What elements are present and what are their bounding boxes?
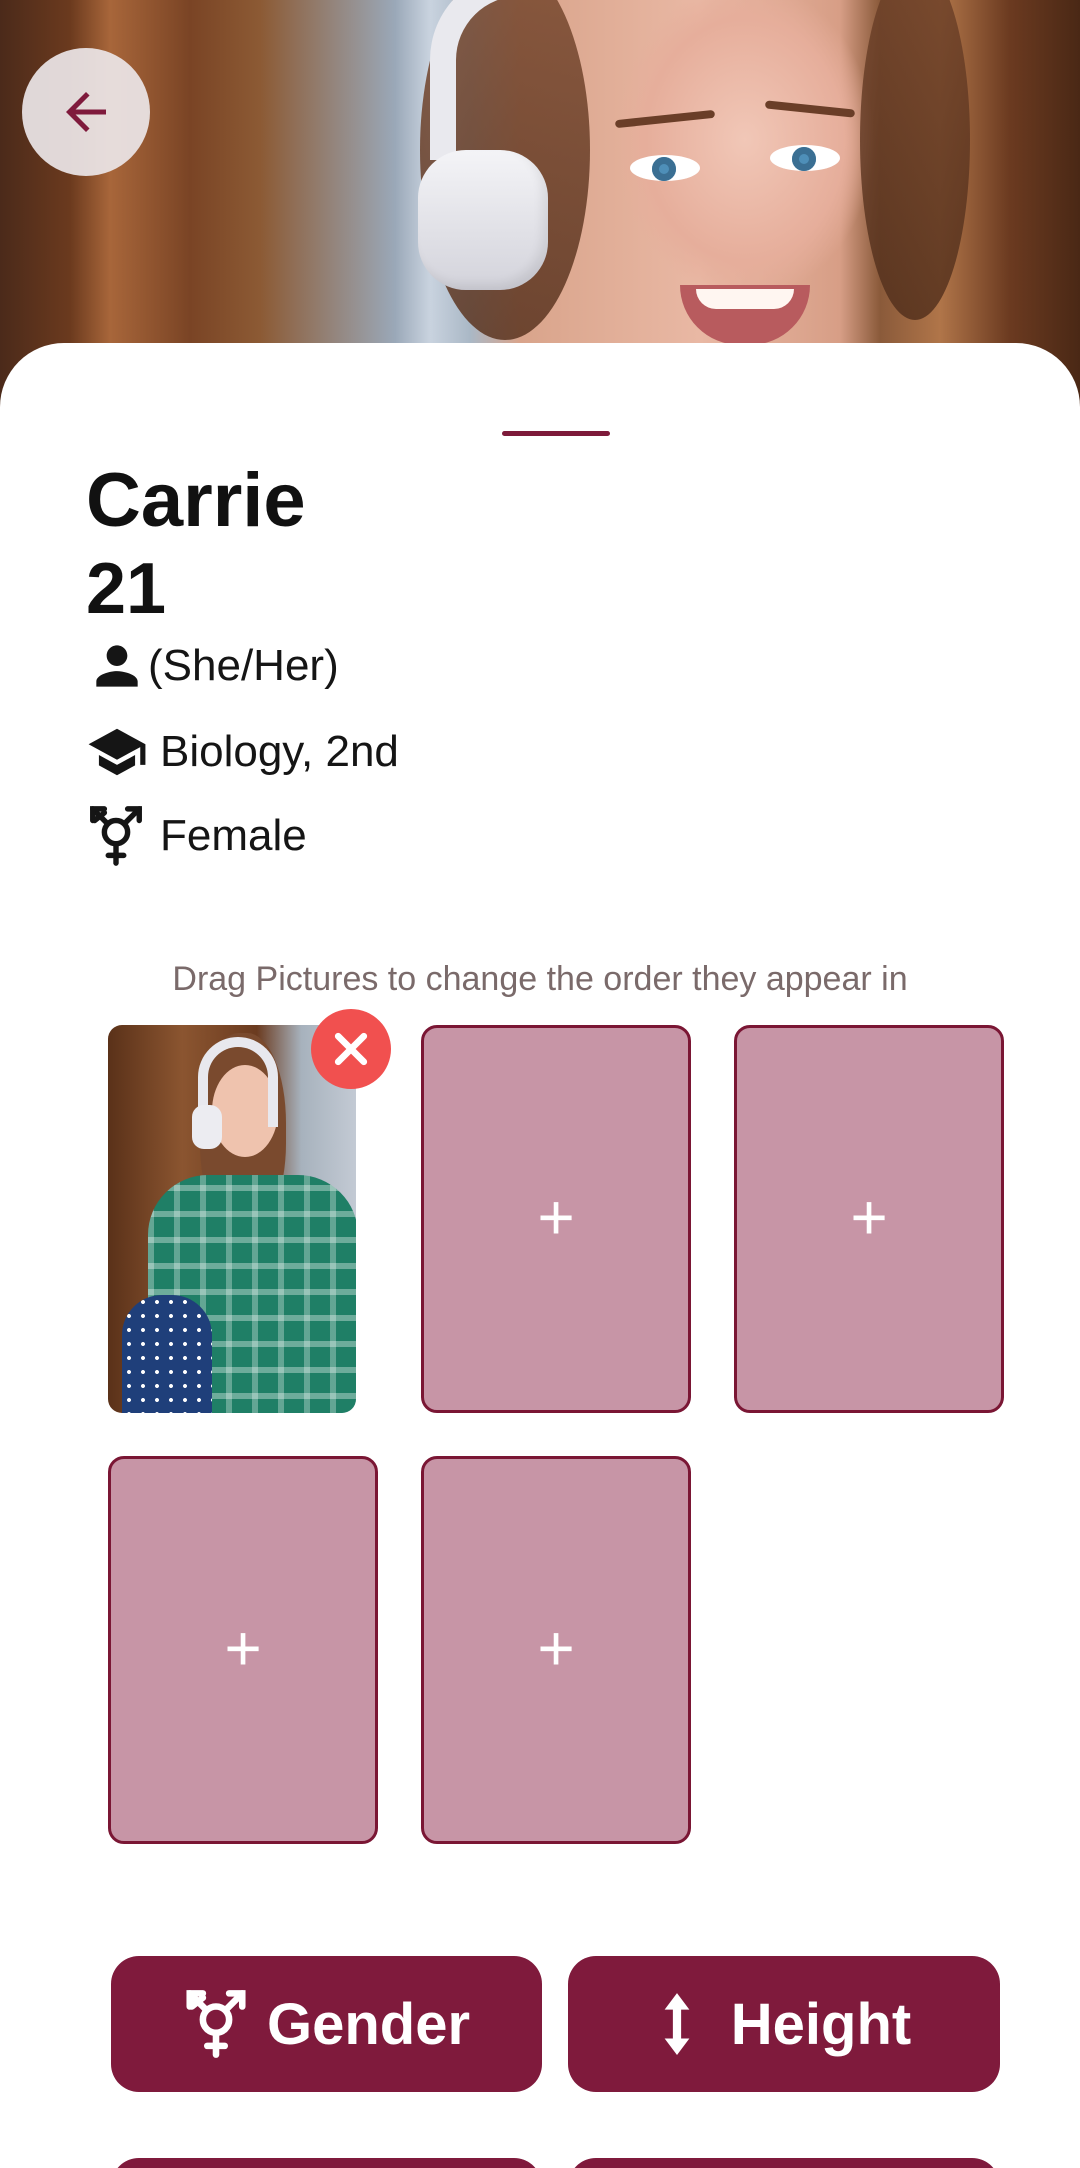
height-button[interactable]: Height bbox=[568, 1956, 1000, 2092]
profile-name: Carrie bbox=[86, 458, 306, 543]
next-attribute-button[interactable] bbox=[568, 2158, 1000, 2168]
transgender-symbol-icon bbox=[186, 1990, 246, 2058]
pronouns-text: (She/Her) bbox=[148, 641, 339, 690]
transgender-symbol-icon bbox=[86, 805, 146, 867]
close-icon bbox=[334, 1032, 368, 1066]
photo-slot-4[interactable]: + bbox=[108, 1456, 378, 1844]
pronouns-row: (She/Her) bbox=[86, 635, 339, 697]
remove-photo-button[interactable] bbox=[311, 1009, 391, 1089]
back-button[interactable] bbox=[22, 48, 150, 176]
sheet-drag-handle[interactable] bbox=[502, 431, 610, 436]
education-text: Biology, 2nd bbox=[160, 727, 399, 776]
drag-photos-hint: Drag Pictures to change the order they a… bbox=[172, 960, 908, 998]
add-photo-icon: + bbox=[537, 1181, 575, 1253]
profile-photo[interactable] bbox=[108, 1025, 356, 1413]
person-icon bbox=[86, 635, 148, 697]
education-row: Biology, 2nd bbox=[86, 721, 399, 783]
gender-button-label: Gender bbox=[266, 1991, 471, 2057]
next-attribute-button[interactable] bbox=[111, 2158, 542, 2168]
arrow-back-icon bbox=[66, 92, 106, 132]
profile-age: 21 bbox=[86, 549, 167, 629]
photo-slot-2[interactable]: + bbox=[421, 1025, 691, 1413]
photo-slot-1[interactable] bbox=[108, 1009, 391, 1413]
add-photo-icon: + bbox=[537, 1612, 575, 1684]
gender-button[interactable]: Gender bbox=[111, 1956, 542, 2092]
photo-slot-3[interactable]: + bbox=[734, 1025, 1004, 1413]
gender-row: Female bbox=[86, 805, 307, 867]
add-photo-icon: + bbox=[224, 1612, 262, 1684]
profile-sheet: Carrie 21 (She/Her) Biology, 2nd Female … bbox=[0, 343, 1080, 2168]
graduation-cap-icon bbox=[86, 721, 148, 783]
height-button-label: Height bbox=[730, 1991, 912, 2057]
photo-slot-5[interactable]: + bbox=[421, 1456, 691, 1844]
add-photo-icon: + bbox=[850, 1181, 888, 1253]
gender-text: Female bbox=[160, 811, 307, 860]
vertical-arrows-icon bbox=[664, 1993, 690, 2055]
